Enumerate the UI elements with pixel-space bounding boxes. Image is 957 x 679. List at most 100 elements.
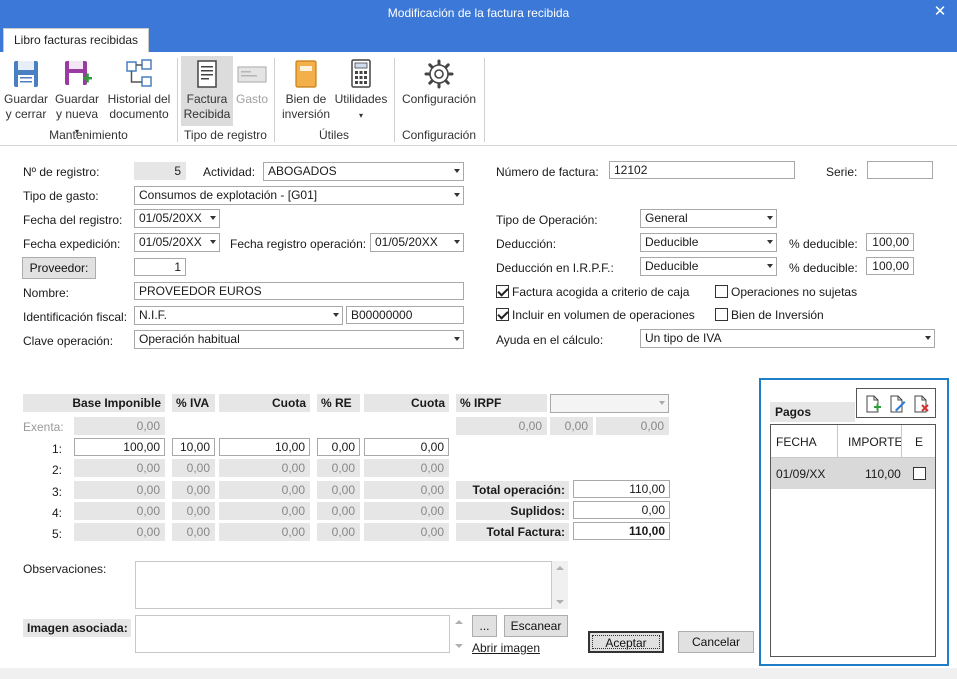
clave-operacion-select[interactable]: Operación habitual — [134, 330, 464, 349]
row-3-re: 0,00 — [317, 481, 360, 499]
row-1-re[interactable]: 0,00 — [317, 438, 360, 456]
group-utiles: Útiles — [318, 128, 349, 142]
imagen-asociada-box[interactable] — [135, 615, 450, 653]
exenta-field: 0,00 — [74, 417, 165, 435]
header-cuota-re: Cuota — [364, 394, 449, 412]
pagos-row-e-checkbox[interactable] — [913, 467, 926, 480]
nombre-field[interactable]: PROVEEDOR EUROS — [134, 282, 464, 300]
tab-libro-facturas-recibidas[interactable]: Libro facturas recibidas — [3, 28, 150, 52]
ribbon: Guardar y cerrar Guardar y nueva ▾ Histo… — [0, 52, 957, 146]
observaciones-textarea[interactable] — [135, 561, 552, 609]
row-1-cuota-re[interactable]: 0,00 — [364, 438, 449, 456]
tipo-operacion-select[interactable]: General — [640, 209, 777, 228]
bien-inversion-checkbox[interactable] — [715, 308, 728, 321]
actividad-select[interactable]: ABOGADOS — [263, 162, 464, 181]
actividad-value: ABOGADOS — [268, 164, 337, 178]
fecha-registro-picker[interactable]: 01/05/20XX — [134, 209, 220, 228]
pagos-header-e: E — [915, 435, 924, 449]
ayuda-calculo-select[interactable]: Un tipo de IVA — [640, 329, 935, 348]
row-3-base: 0,00 — [74, 481, 165, 499]
aceptar-button[interactable]: Aceptar — [588, 631, 664, 653]
row-4-re: 0,00 — [317, 502, 360, 520]
configuracion-label: Configuración — [401, 92, 477, 106]
row-4-label: 4: — [52, 506, 63, 520]
suplidos-field[interactable]: 0,00 — [573, 501, 670, 519]
row-5-re: 0,00 — [317, 523, 360, 541]
pct-deducible-field[interactable]: 100,00 — [866, 233, 914, 251]
chevron-down-icon — [454, 193, 460, 197]
row-2-iva: 0,00 — [172, 459, 215, 477]
gasto-label: Gasto — [235, 92, 268, 106]
pct-deducible-irpf-field[interactable]: 100,00 — [866, 257, 914, 275]
proveedor-field[interactable]: 1 — [134, 258, 186, 276]
total-operacion-field: 110,00 — [573, 480, 670, 498]
add-document-icon[interactable] — [864, 395, 882, 413]
guardar-nueva-button[interactable]: Guardar y nueva ▾ — [53, 58, 101, 139]
row-5-cuota: 0,00 — [219, 523, 310, 541]
deduccion-label: Deducción: — [496, 237, 557, 251]
chevron-down-icon — [333, 313, 339, 317]
identificacion-tipo-select[interactable]: N.I.F. — [134, 306, 343, 325]
identificacion-field[interactable]: B00000000 — [346, 306, 464, 324]
history-tree-icon — [126, 59, 152, 87]
gear-icon — [424, 59, 454, 89]
gasto-button[interactable]: Gasto — [234, 58, 270, 107]
bien-inversion-line2: inversión — [281, 107, 331, 121]
suplidos-label: Suplidos: — [456, 502, 569, 520]
tipo-gasto-select[interactable]: Consumos de explotación - [G01] — [134, 186, 464, 205]
ribbon-tab-strip: Libro facturas recibidas — [0, 28, 957, 52]
guardar-nueva-line1: Guardar — [54, 92, 100, 106]
deduccion-irpf-select[interactable]: Deducible — [640, 257, 777, 276]
historial-line1: Historial del — [107, 92, 171, 106]
header-base-imponible: Base Imponible — [23, 394, 165, 412]
cancelar-button[interactable]: Cancelar — [678, 631, 754, 653]
irpf-type-select[interactable] — [550, 394, 669, 413]
total-factura-label: Total Factura: — [456, 523, 569, 541]
escanear-button[interactable]: Escanear — [504, 615, 568, 637]
row-5-base: 0,00 — [74, 523, 165, 541]
guardar-cerrar-button[interactable]: Guardar y cerrar — [3, 58, 49, 122]
row-3-cuota: 0,00 — [219, 481, 310, 499]
fecha-reg-operacion-value: 01/05/20XX — [375, 235, 438, 249]
fecha-reg-operacion-picker[interactable]: 01/05/20XX — [370, 233, 464, 252]
chevron-down-icon — [767, 240, 773, 244]
configuracion-button[interactable]: Configuración — [400, 58, 478, 107]
clave-operacion-label: Clave operación: — [23, 334, 114, 348]
calculator-icon — [351, 59, 371, 88]
row-1-base[interactable]: 100,00 — [74, 438, 165, 456]
utilidades-button[interactable]: Utilidades ▾ — [333, 58, 389, 123]
edit-document-icon[interactable] — [888, 395, 906, 413]
fecha-expedicion-picker[interactable]: 01/05/20XX — [134, 233, 220, 252]
no-sujetas-checkbox[interactable] — [715, 285, 728, 298]
criterio-caja-checkbox[interactable] — [496, 285, 509, 298]
row-3-cuota-re: 0,00 — [364, 481, 449, 499]
deduccion-irpf-label: Deducción en I.R.P.F.: — [496, 261, 614, 275]
scroll-up-icon — [556, 566, 564, 570]
numero-factura-field[interactable]: 12102 — [609, 161, 795, 179]
row-2-label: 2: — [52, 463, 63, 477]
guardar-cerrar-line2: y cerrar — [5, 107, 47, 121]
identificacion-tipo-value: N.I.F. — [139, 308, 168, 322]
factura-recibida-button[interactable]: Factura Recibida — [181, 56, 233, 126]
chevron-down-icon — [767, 264, 773, 268]
serie-field[interactable] — [867, 161, 933, 179]
proveedor-button[interactable]: Proveedor: — [22, 257, 96, 279]
abrir-imagen-link[interactable]: Abrir imagen — [472, 641, 540, 655]
volumen-operaciones-checkbox[interactable] — [496, 308, 509, 321]
table-row[interactable]: 01/09/XX 110,00 — [771, 458, 935, 489]
close-icon[interactable]: ✕ — [931, 3, 949, 21]
browse-button[interactable]: ... — [472, 615, 497, 637]
save-close-icon — [14, 61, 38, 87]
row-4-iva: 0,00 — [172, 502, 215, 520]
scroll-down-icon — [556, 600, 564, 604]
row-1-cuota[interactable]: 10,00 — [219, 438, 310, 456]
deduccion-select[interactable]: Deducible — [640, 233, 777, 252]
row-1-iva[interactable]: 10,00 — [172, 438, 215, 456]
chevron-down-icon — [210, 216, 216, 220]
historial-documento-button[interactable]: Historial del documento — [106, 58, 172, 122]
delete-document-icon[interactable] — [912, 395, 930, 413]
observaciones-scrollbar[interactable] — [552, 561, 568, 609]
bien-inversion-button[interactable]: Bien de inversión — [281, 58, 331, 122]
imagen-scrollbar[interactable] — [451, 615, 467, 653]
pagos-header-importe: IMPORTE — [848, 435, 903, 449]
